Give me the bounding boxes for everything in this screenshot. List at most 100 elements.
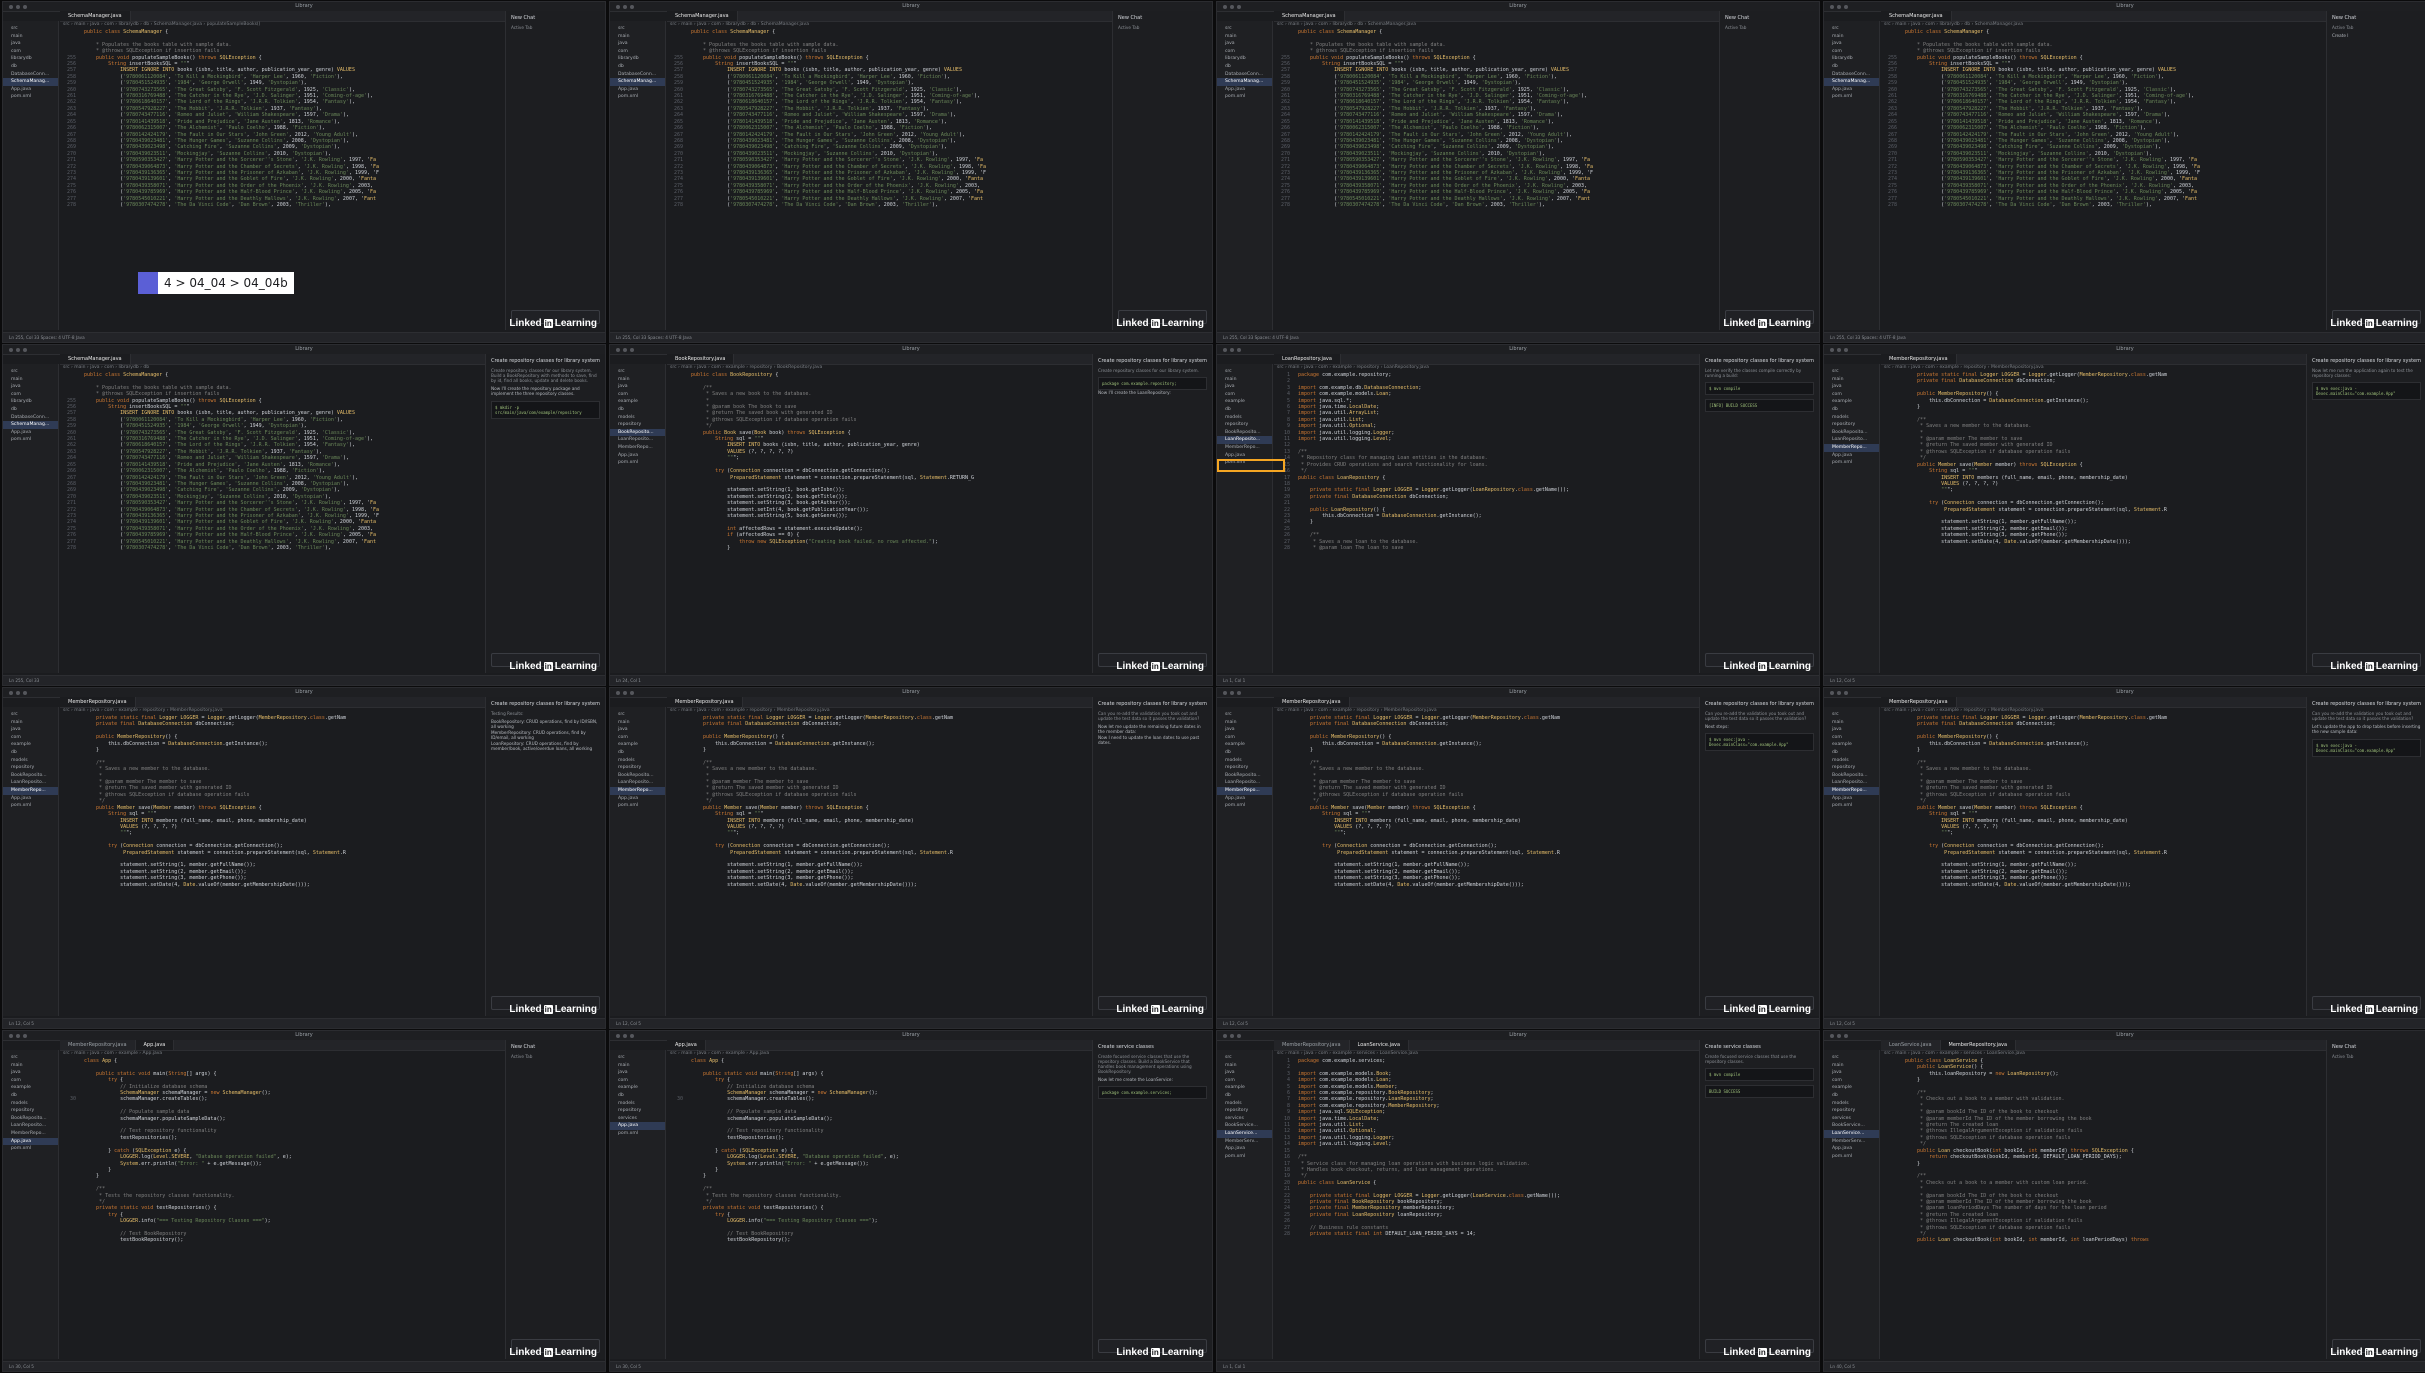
- explorer-item[interactable]: com: [1824, 734, 1879, 742]
- explorer-item[interactable]: java: [3, 1069, 58, 1077]
- explorer-item[interactable]: App.java: [3, 795, 58, 803]
- explorer-item[interactable]: models: [610, 414, 665, 422]
- explorer-item[interactable]: models: [1217, 757, 1272, 765]
- explorer-item[interactable]: java: [610, 40, 665, 48]
- explorer-item[interactable]: DatabaseConn...: [1824, 71, 1879, 79]
- explorer-item[interactable]: main: [3, 33, 58, 41]
- explorer-item[interactable]: java: [1217, 1069, 1272, 1077]
- explorer-item[interactable]: App.java: [610, 86, 665, 94]
- explorer-item[interactable]: pom.xml: [3, 1145, 58, 1153]
- explorer-item[interactable]: db: [1217, 749, 1272, 757]
- explorer-item[interactable]: example: [610, 1084, 665, 1092]
- explorer-item[interactable]: db: [3, 749, 58, 757]
- explorer-item[interactable]: com: [1217, 1077, 1272, 1085]
- explorer-item[interactable]: repository: [1217, 764, 1272, 772]
- code-editor[interactable]: public class SchemaManager { * Populates…: [1881, 29, 2326, 330]
- explorer-item[interactable]: main: [1824, 1062, 1879, 1070]
- explorer-item[interactable]: repository: [610, 764, 665, 772]
- explorer-item[interactable]: main: [610, 376, 665, 384]
- explorer-item[interactable]: com: [1217, 734, 1272, 742]
- explorer-item[interactable]: BookReposito...: [1824, 429, 1879, 437]
- explorer-item[interactable]: example: [3, 741, 58, 749]
- explorer-item[interactable]: db: [1217, 406, 1272, 414]
- explorer-item[interactable]: src: [1217, 25, 1272, 33]
- explorer-item[interactable]: example: [610, 741, 665, 749]
- explorer-item[interactable]: pom.xml: [1824, 459, 1879, 467]
- code-editor[interactable]: 1 package com.example.repository; 2 3 import…: [1274, 372, 1699, 673]
- explorer-item[interactable]: src: [1217, 368, 1272, 376]
- editor-tab[interactable]: App.java: [667, 1040, 706, 1050]
- editor-tab[interactable]: MemberRepository.java: [60, 697, 136, 707]
- explorer-item[interactable]: repository: [1217, 1107, 1272, 1115]
- editor-tab[interactable]: MemberRepository.java: [1881, 697, 1957, 707]
- explorer-item[interactable]: java: [1824, 383, 1879, 391]
- explorer-item[interactable]: com: [610, 48, 665, 56]
- explorer-item[interactable]: pom.xml: [3, 802, 58, 810]
- explorer-item[interactable]: SchemaManag...: [3, 421, 58, 429]
- explorer-item[interactable]: MemberRepo...: [610, 444, 665, 452]
- explorer-item[interactable]: src: [1824, 1054, 1879, 1062]
- explorer-item[interactable]: repository: [3, 764, 58, 772]
- explorer-item[interactable]: example: [1217, 741, 1272, 749]
- explorer-item[interactable]: com: [1217, 48, 1272, 56]
- code-editor[interactable]: class App { public static void main(Stri…: [667, 1058, 1092, 1359]
- explorer-item[interactable]: pom.xml: [1824, 93, 1879, 101]
- explorer-item[interactable]: com: [3, 391, 58, 399]
- explorer-item[interactable]: db: [3, 63, 58, 71]
- explorer-item[interactable]: App.java: [1824, 795, 1879, 803]
- explorer-item[interactable]: App.java: [3, 1137, 58, 1146]
- explorer-item[interactable]: App.java: [1217, 795, 1272, 803]
- explorer-item[interactable]: models: [1824, 757, 1879, 765]
- explorer-item[interactable]: librarydb: [3, 55, 58, 63]
- explorer-item[interactable]: BookReposito...: [3, 1115, 58, 1123]
- explorer-item[interactable]: App.java: [610, 452, 665, 460]
- code-editor[interactable]: public class BookRepository { /** * Save…: [667, 372, 1092, 673]
- explorer-item[interactable]: models: [1824, 1100, 1879, 1108]
- editor-tab[interactable]: SchemaManager.java: [60, 354, 131, 364]
- editor-tab[interactable]: SchemaManager.java: [667, 11, 738, 21]
- explorer-item[interactable]: com: [610, 734, 665, 742]
- explorer-item[interactable]: pom.xml: [1824, 1153, 1879, 1161]
- explorer-item[interactable]: java: [1217, 726, 1272, 734]
- explorer-item[interactable]: src: [3, 368, 58, 376]
- explorer-item[interactable]: main: [1217, 33, 1272, 41]
- explorer-item[interactable]: App.java: [610, 795, 665, 803]
- explorer-item[interactable]: SchemaManag...: [1824, 78, 1879, 86]
- explorer-item[interactable]: db: [1824, 63, 1879, 71]
- editor-tab[interactable]: MemberRepository.java: [1274, 1040, 1350, 1050]
- explorer-item[interactable]: java: [610, 1069, 665, 1077]
- explorer-item[interactable]: db: [1217, 63, 1272, 71]
- code-editor[interactable]: 1 package com.example.services; 2 3 import c…: [1274, 1058, 1699, 1359]
- explorer-item[interactable]: LoanReposito...: [1217, 779, 1272, 787]
- explorer-item[interactable]: repository: [1824, 421, 1879, 429]
- explorer-item[interactable]: db: [3, 406, 58, 414]
- explorer-item[interactable]: repository: [1824, 764, 1879, 772]
- explorer-item[interactable]: LoanReposito...: [1217, 436, 1272, 444]
- explorer-item[interactable]: LoanService...: [1824, 1129, 1879, 1138]
- explorer-item[interactable]: src: [610, 368, 665, 376]
- explorer-item[interactable]: BookReposito...: [610, 772, 665, 780]
- explorer-item[interactable]: services: [610, 1115, 665, 1123]
- explorer-item[interactable]: example: [3, 1084, 58, 1092]
- explorer-item[interactable]: java: [1217, 40, 1272, 48]
- explorer-item[interactable]: LoanService...: [1217, 1129, 1272, 1138]
- explorer-item[interactable]: MemberRepo...: [610, 786, 665, 795]
- explorer-item[interactable]: librarydb: [1217, 55, 1272, 63]
- explorer-item[interactable]: src: [1217, 711, 1272, 719]
- explorer-item[interactable]: com: [610, 1077, 665, 1085]
- explorer-item[interactable]: repository: [3, 1107, 58, 1115]
- explorer-item[interactable]: pom.xml: [3, 436, 58, 444]
- explorer-item[interactable]: services: [1217, 1115, 1272, 1123]
- explorer-item[interactable]: db: [1824, 406, 1879, 414]
- explorer-item[interactable]: MemberRepo...: [1217, 444, 1272, 452]
- explorer-item[interactable]: DatabaseConn...: [3, 71, 58, 79]
- explorer-item[interactable]: models: [1217, 1100, 1272, 1108]
- explorer-item[interactable]: MemberServ...: [1217, 1138, 1272, 1146]
- editor-tab[interactable]: SchemaManager.java: [60, 11, 131, 21]
- explorer-item[interactable]: App.java: [610, 1122, 665, 1130]
- explorer-item[interactable]: src: [1824, 25, 1879, 33]
- explorer-item[interactable]: librarydb: [3, 398, 58, 406]
- explorer-item[interactable]: MemberRepo...: [1217, 786, 1272, 795]
- explorer-item[interactable]: App.java: [3, 429, 58, 437]
- explorer-item[interactable]: SchemaManag...: [610, 78, 665, 86]
